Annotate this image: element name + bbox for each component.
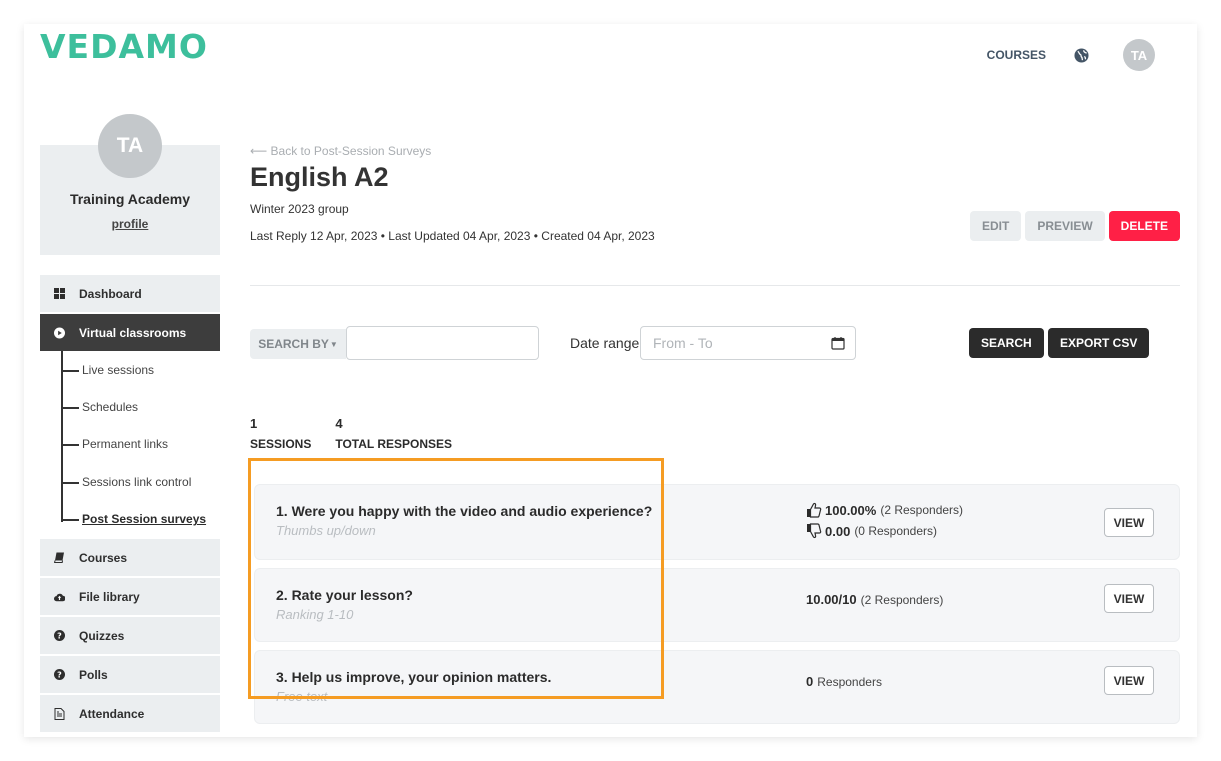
tree-line xyxy=(61,351,63,522)
stats: 1 SESSIONS 4 TOTAL RESPONSES xyxy=(250,416,452,451)
sidebar-item-quizzes[interactable]: ? Quizzes xyxy=(40,617,220,654)
preview-button[interactable]: PREVIEW xyxy=(1025,211,1105,241)
svg-text:?: ? xyxy=(57,671,62,680)
date-range-label: Date range xyxy=(570,335,640,351)
stat-value: 4 xyxy=(335,416,343,431)
thumbs-up-icon xyxy=(807,502,822,518)
result-rating: 10.00/10 (2 Responders) xyxy=(806,592,944,607)
calendar-icon[interactable] xyxy=(831,336,845,350)
sidebar-item-label: Virtual classrooms xyxy=(79,325,187,340)
sidebar-item-courses[interactable]: Courses xyxy=(40,539,220,576)
search-by-dropdown[interactable]: SEARCH BY ▼ xyxy=(250,329,346,359)
sidebar-item-polls[interactable]: ? Polls xyxy=(40,656,220,693)
stat-label: TOTAL RESPONSES xyxy=(335,437,453,451)
avatar-initials: TA xyxy=(1130,47,1148,63)
question-type: Free text xyxy=(276,689,328,704)
nav-courses-link[interactable]: COURSES xyxy=(987,48,1046,62)
main-content: ⟵ Back to Post-Session Surveys English A… xyxy=(250,144,1180,724)
result-free-text: 0 Responders xyxy=(806,674,882,689)
sidebar-item-label: Polls xyxy=(79,667,108,682)
vedamo-logo[interactable]: VEDAMO xyxy=(40,26,208,66)
stat-label: SESSIONS xyxy=(250,437,312,451)
export-csv-button[interactable]: EXPORT CSV xyxy=(1048,328,1150,358)
svg-text:?: ? xyxy=(57,632,62,641)
globe-icon[interactable] xyxy=(1074,47,1089,63)
sidebar-item-label: Attendance xyxy=(79,706,145,721)
divider xyxy=(250,285,1180,286)
sidebar-item-file-library[interactable]: File library xyxy=(40,578,220,615)
page-card: VEDAMO COURSES TA TA Training Academy pr… xyxy=(24,24,1197,737)
sidebar-item-attendance[interactable]: Attendance xyxy=(40,695,220,732)
grid-icon xyxy=(54,288,65,299)
question-circle-icon: ? xyxy=(54,630,65,641)
sidebar-item-label: Quizzes xyxy=(79,628,125,643)
question-type: Thumbs up/down xyxy=(276,523,376,538)
question-row: 2. Rate your lesson? Ranking 1-10 10.00/… xyxy=(254,568,1180,642)
question-circle-icon: ? xyxy=(54,669,65,680)
sidebar-item-dashboard[interactable]: Dashboard xyxy=(40,275,220,312)
delete-button[interactable]: DELETE xyxy=(1108,211,1180,241)
page-title: English A2 xyxy=(250,162,389,192)
filter-bar: SEARCH BY ▼ Date range From - To SEARCH … xyxy=(250,326,1180,360)
search-input[interactable] xyxy=(346,326,539,360)
question-title: 2. Rate your lesson? xyxy=(276,587,413,603)
thumbs-down-icon xyxy=(807,523,822,539)
back-link[interactable]: ⟵ Back to Post-Session Surveys xyxy=(250,144,1180,158)
sidebar-item-label: Dashboard xyxy=(79,286,142,301)
result-thumbs-up: 100.00% (2 Responders) xyxy=(806,502,963,518)
question-title: 1. Were you happy with the video and aud… xyxy=(276,503,653,519)
stat-total-responses: 4 TOTAL RESPONSES xyxy=(335,416,452,451)
subnav-schedules[interactable]: Schedules xyxy=(63,388,220,425)
caret-down-icon: ▼ xyxy=(329,339,338,349)
date-range-input[interactable]: From - To xyxy=(640,326,856,360)
question-row: 3. Help us improve, your opinion matters… xyxy=(254,650,1180,724)
profile-card: TA Training Academy profile xyxy=(40,114,220,255)
profile-name: Training Academy xyxy=(69,191,191,207)
play-circle-icon xyxy=(54,327,65,338)
top-nav: COURSES TA xyxy=(987,39,1155,71)
document-icon xyxy=(54,707,65,720)
book-icon xyxy=(54,552,65,563)
question-title: 3. Help us improve, your opinion matters… xyxy=(276,669,552,685)
cloud-upload-icon xyxy=(54,591,65,602)
question-row: 1. Were you happy with the video and aud… xyxy=(254,484,1180,560)
sidebar-item-virtual-classrooms[interactable]: Virtual classrooms xyxy=(40,314,220,351)
sidebar-item-label: File library xyxy=(79,589,140,604)
survey-actions: EDIT PREVIEW DELETE xyxy=(969,211,1180,241)
questions-list: 1. Were you happy with the video and aud… xyxy=(254,484,1180,732)
arrow-left-icon: ⟵ xyxy=(250,144,268,158)
view-button[interactable]: VIEW xyxy=(1104,666,1154,695)
date-range-placeholder: From - To xyxy=(653,335,713,351)
subnav-sessions-link-control[interactable]: Sessions link control xyxy=(63,463,220,500)
virtual-classrooms-subnav: Live sessions Schedules Permanent links … xyxy=(40,351,220,537)
profile-avatar: TA xyxy=(98,114,162,178)
subnav-post-session-surveys[interactable]: Post Session surveys xyxy=(63,501,220,538)
user-avatar[interactable]: TA xyxy=(1123,39,1155,71)
question-type: Ranking 1-10 xyxy=(276,607,354,622)
subnav-live-sessions[interactable]: Live sessions xyxy=(63,351,220,388)
view-button[interactable]: VIEW xyxy=(1104,584,1154,613)
stat-value: 1 xyxy=(250,416,258,431)
search-button[interactable]: SEARCH xyxy=(969,328,1044,358)
sidebar: TA Training Academy profile Dashboard Vi… xyxy=(40,114,220,732)
edit-button[interactable]: EDIT xyxy=(969,211,1022,241)
stat-sessions: 1 SESSIONS xyxy=(250,416,311,451)
view-button[interactable]: VIEW xyxy=(1104,508,1154,537)
sidebar-item-label: Courses xyxy=(79,550,128,565)
result-thumbs-down: 0.00 (0 Responders) xyxy=(806,523,937,539)
logo-text: VEDAMO xyxy=(40,26,208,66)
subnav-permanent-links[interactable]: Permanent links xyxy=(63,426,220,463)
profile-link[interactable]: profile xyxy=(40,217,220,231)
